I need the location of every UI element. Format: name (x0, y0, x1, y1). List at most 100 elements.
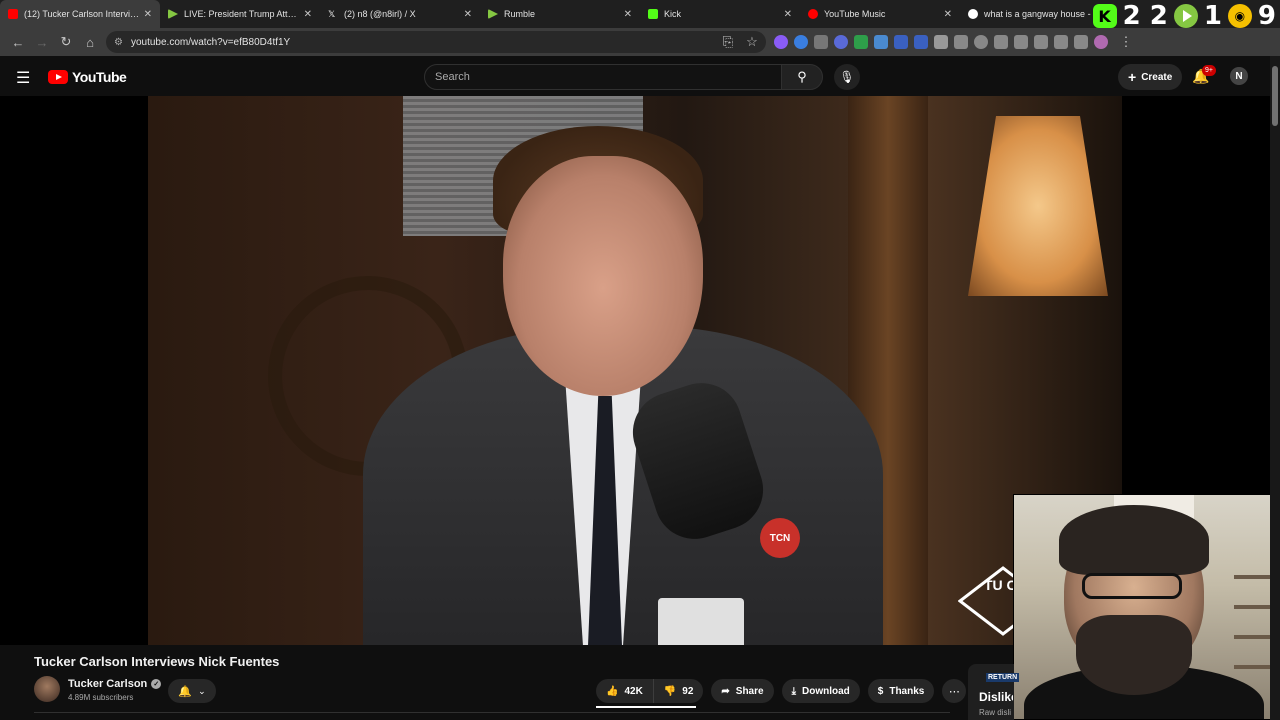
create-button[interactable]: + Create (1118, 64, 1183, 90)
close-icon[interactable]: ✕ (304, 9, 312, 20)
subscriber-count: 4.89M subscribers (68, 693, 134, 702)
close-icon[interactable]: ✕ (464, 9, 472, 20)
page-scrollbar[interactable] (1270, 56, 1280, 720)
webcam-beard (1076, 615, 1192, 695)
kick-icon: K (1092, 4, 1117, 28)
extension-icon[interactable] (934, 35, 948, 49)
bell-icon: 🔔 (178, 685, 193, 698)
close-icon[interactable]: ✕ (784, 9, 792, 20)
section-divider (34, 712, 950, 713)
download-icon: ⤓ (791, 685, 796, 697)
close-icon[interactable]: ✕ (144, 9, 152, 20)
channel-name-row[interactable]: Tucker Carlson ✓ (68, 678, 162, 690)
tab-x[interactable]: 𝕏 (2) n8 (@n8irl) / X ✕ (320, 0, 480, 28)
dislike-count: 92 (682, 685, 694, 697)
thumbs-up-icon: 👍 (606, 685, 619, 697)
tab-label: YouTube Music (824, 9, 886, 19)
like-button[interactable]: 👍 42K (596, 679, 654, 703)
forward-arrow-icon[interactable]: → (30, 30, 54, 54)
extension-icon[interactable] (814, 35, 828, 49)
tab-rumble-live[interactable]: LIVE: President Trump Attends a ✕ (160, 0, 320, 28)
profile-avatar-icon[interactable] (1094, 35, 1108, 49)
rumble-icon (488, 9, 498, 19)
extension-icon[interactable] (874, 35, 888, 49)
youtube-logo[interactable]: YouTube (48, 69, 127, 85)
reading-list-icon[interactable] (1034, 35, 1048, 49)
return-dislike-badge: RETURN (986, 673, 1020, 682)
media-icon[interactable] (1074, 35, 1088, 49)
extension-icon[interactable] (894, 35, 908, 49)
site-info-icon[interactable]: ⚙ (114, 37, 123, 48)
plus-icon: + (1128, 69, 1137, 85)
download-button[interactable]: ⤓ Download (781, 679, 860, 703)
code-icon[interactable] (1014, 35, 1028, 49)
home-icon[interactable]: ⌂ (78, 30, 102, 54)
download-label: Download (802, 685, 850, 697)
share-arrow-icon: ➦ (721, 685, 730, 697)
coffee-mug (658, 598, 744, 645)
super-thanks-icon: $ (877, 685, 884, 697)
extension-icon[interactable] (994, 35, 1008, 49)
video-title: Tucker Carlson Interviews Nick Fuentes (34, 654, 280, 669)
menu-kebab-icon[interactable]: ⋮ (1114, 30, 1138, 54)
voice-search-button[interactable]: 🎙 (834, 64, 860, 90)
extension-icon[interactable] (854, 35, 868, 49)
tab-youtube-active[interactable]: (12) Tucker Carlson Interviews N ✕ (0, 0, 160, 28)
channel-avatar[interactable] (34, 676, 60, 702)
video-frame[interactable]: TCN TU CA (148, 96, 1122, 645)
tab-label: Rumble (504, 9, 536, 19)
extension-icon[interactable] (774, 35, 788, 49)
microphone-icon: 🎙 (839, 70, 855, 84)
extension-icon[interactable] (834, 35, 848, 49)
extension-icon[interactable] (794, 35, 808, 49)
create-label: Create (1141, 71, 1173, 83)
puzzle-icon[interactable] (954, 35, 968, 49)
tab-youtube-music[interactable]: YouTube Music ✕ (800, 0, 960, 28)
dislike-button[interactable]: 👎 92 (654, 679, 704, 703)
search-button[interactable]: ⚲ (781, 64, 823, 90)
side-panel-icon[interactable] (1054, 35, 1068, 49)
history-icon[interactable] (974, 35, 988, 49)
more-horizontal-icon: ⋯ (948, 685, 960, 698)
webcam-glasses (1082, 573, 1182, 599)
extension-icon[interactable] (914, 35, 928, 49)
google-icon (968, 9, 978, 19)
close-icon[interactable]: ✕ (944, 9, 952, 20)
rumble-icon (168, 9, 178, 19)
subscription-bell-button[interactable]: 🔔 ⌄ (168, 679, 216, 703)
like-ratio-bar (596, 706, 696, 708)
tab-kick[interactable]: Kick ✕ (640, 0, 800, 28)
chevron-down-icon: ⌄ (198, 685, 206, 696)
tab-label: (2) n8 (@n8irl) / X (344, 9, 416, 19)
thanks-button[interactable]: $ Thanks (867, 679, 935, 703)
channel-name[interactable]: Tucker Carlson (68, 678, 147, 690)
return-dislike-subtitle: Raw disli (979, 708, 1012, 717)
kick-viewer-count: 2 2 (1122, 1, 1168, 31)
account-avatar[interactable]: N (1230, 67, 1248, 85)
back-arrow-icon[interactable]: ← (6, 30, 30, 54)
search-icon: ⚲ (797, 69, 807, 84)
guest-face (503, 156, 703, 396)
tab-rumble[interactable]: Rumble ✕ (480, 0, 640, 28)
reload-icon[interactable]: ↻ (54, 30, 78, 54)
youtube-play-icon (48, 70, 68, 84)
search-input[interactable]: Search (424, 64, 782, 90)
install-app-icon[interactable]: ⎘ (716, 30, 740, 54)
hamburger-menu-icon[interactable]: ☰ (16, 68, 30, 88)
more-actions-button[interactable]: ⋯ (942, 679, 967, 703)
tab-label: LIVE: President Trump Attends a (184, 9, 300, 19)
url-input[interactable]: ⚙ youtube.com/watch?v=efB80D4tf1Y (106, 31, 766, 53)
thanks-label: Thanks (889, 685, 925, 697)
lamp-shade (968, 116, 1108, 296)
close-icon[interactable]: ✕ (624, 9, 632, 20)
youtube-music-icon (808, 9, 818, 19)
verified-check-icon: ✓ (151, 679, 162, 689)
youtube-header: ☰ YouTube Search ⚲ 🎙 + Create 🔔 9+ N (0, 56, 1280, 96)
share-button[interactable]: ➦ Share (711, 679, 774, 703)
tcn-logo: TCN (760, 518, 800, 558)
tab-label: Kick (664, 9, 682, 19)
bookmark-star-icon[interactable]: ☆ (740, 30, 764, 54)
like-count: 42K (624, 685, 643, 697)
youtube-wordmark: YouTube (72, 69, 127, 85)
scrollbar-thumb[interactable] (1272, 66, 1278, 126)
